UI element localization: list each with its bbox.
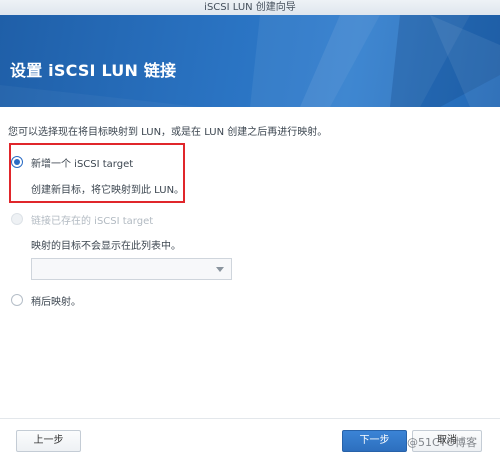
watermark: @51CTO博客: [407, 436, 478, 449]
footer-divider: [0, 418, 500, 419]
existing-target-select[interactable]: [31, 258, 232, 280]
option-new-target-label[interactable]: 新增一个 iSCSI target: [31, 155, 133, 170]
intro-text: 您可以选择现在将目标映射到 LUN，或是在 LUN 创建之后再进行映射。: [8, 127, 328, 138]
radio-existing-target[interactable]: [11, 213, 23, 225]
radio-new-target[interactable]: [11, 156, 23, 168]
option-existing-target-description: 映射的目标不会显示在此列表中。: [31, 241, 181, 252]
next-button[interactable]: 下一步: [342, 430, 407, 452]
wizard-banner: 设置 iSCSI LUN 链接: [0, 15, 500, 107]
wizard-step-title: 设置 iSCSI LUN 链接: [10, 61, 177, 80]
prev-button[interactable]: 上一步: [16, 430, 81, 452]
option-map-later-label[interactable]: 稍后映射。: [31, 293, 81, 308]
option-existing-target-label[interactable]: 链接已存在的 iSCSI target: [31, 212, 153, 227]
option-new-target-description: 创建新目标，将它映射到此 LUN。: [31, 185, 185, 196]
window-titlebar: iSCSI LUN 创建向导: [0, 0, 500, 16]
chevron-down-icon: [216, 267, 224, 272]
window-title: iSCSI LUN 创建向导: [204, 2, 296, 13]
radio-map-later[interactable]: [11, 294, 23, 306]
